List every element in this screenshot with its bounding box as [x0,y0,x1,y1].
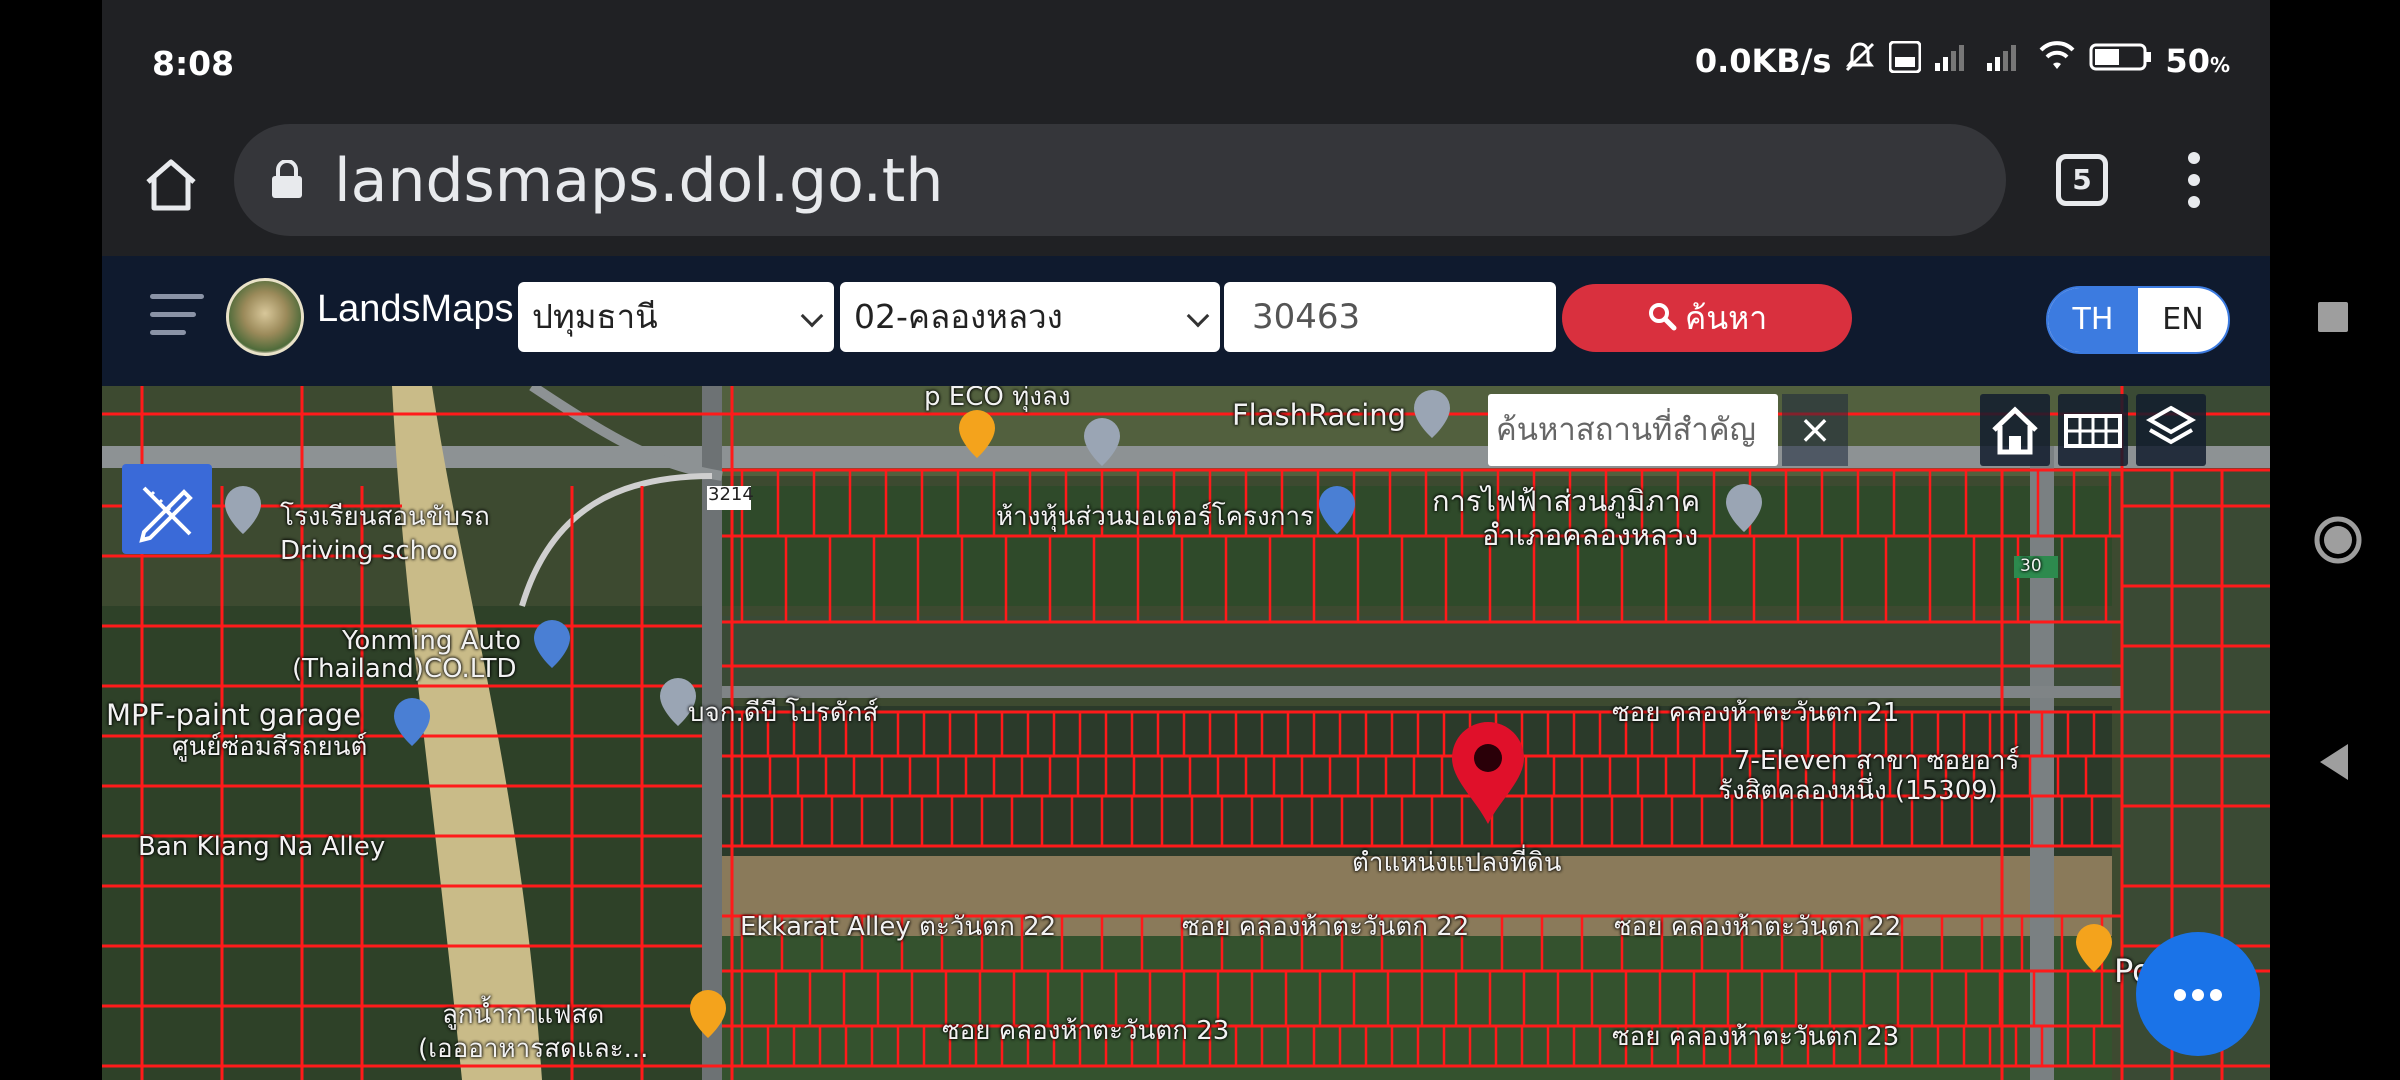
net-speed: 0.0KB/s [1694,42,1832,80]
browser-home-button[interactable] [138,152,204,218]
battery-icon [2089,41,2153,81]
more-options-fab[interactable] [2136,932,2260,1056]
mute-bell-icon [1843,40,1877,82]
status-bar: 8:08 0.0KB/s 50% [102,0,2270,124]
search-icon [1647,286,1677,354]
landmark-search-input[interactable]: ค้นหาสถานที่สำคัญ [1488,394,1778,466]
satellite-map[interactable]: p ECO ทุ่งลง FlashRacing 3214 ห้างหุ้นส่… [102,386,2270,1080]
square-icon [2318,302,2348,332]
signal-1-icon [1933,41,1973,81]
map-label: ห้างหุ้นส่วนมอเตอร์โครงการ [996,502,1315,532]
map-layers-button[interactable] [2136,394,2206,466]
map-label: ซอย คลองห้าตะวันตก 22 [1614,912,1902,942]
home-nav-button[interactable] [2312,514,2364,570]
home-icon [1992,406,2038,455]
map-label: p ECO ทุ่งลง [924,386,1071,412]
signal-2-icon [1985,41,2025,81]
browser-menu-button[interactable] [2182,150,2206,210]
chevron-down-icon [1186,304,1210,328]
map-label: รังสิตคลองหนึ่ง (15309) [1718,776,1998,806]
map-grid-button[interactable] [2058,394,2128,466]
map-label: ซอย คลองห้าตะวันตก 23 [1612,1022,1900,1052]
map-label: อำเภอคลองหลวง [1482,518,1699,552]
map-label: Yonming Auto [342,626,521,656]
map-home-button[interactable] [1980,394,2050,466]
province-select[interactable]: ปทุมธานี [518,282,834,352]
wifi-icon [2037,41,2077,81]
map-label: ซอย คลองห้าตะวันตก 23 [942,1016,1230,1046]
map-label: โรงเรียนสอนขับรถ [280,502,490,532]
district-select[interactable]: 02-คลองหลวง [840,282,1220,352]
map-label: ซอย คลองห้าตะวันตก 21 [1612,698,1900,728]
grid-icon [2064,414,2122,448]
brand-name: LandsMaps [317,288,514,330]
clear-search-button[interactable]: × [1782,394,1848,466]
battery-percent: 50% [2165,42,2230,80]
url-text: landsmaps.dol.go.th [334,146,944,216]
lang-en-button[interactable]: EN [2138,288,2228,352]
map-label: ซอย คลองห้าตะวันตก 22 [1182,912,1470,942]
back-triangle-icon [2320,744,2348,780]
dol-seal-logo [226,278,304,356]
android-nav-bar [2270,0,2400,1080]
map-label: Driving schoo [280,536,458,566]
lock-icon [270,159,304,200]
search-button[interactable]: ค้นหา [1562,284,1852,352]
back-nav-button[interactable] [2316,742,2352,786]
map-label: ศูนย์ซ่อมสีรถยนต์ [172,732,368,762]
chevron-down-icon [800,304,824,328]
browser-toolbar: landsmaps.dol.go.th 5 [102,124,2270,256]
parcel-position-label: ตำแหน่งแปลงที่ดิน [1352,848,1562,878]
road-number-label: 30 [2020,556,2042,576]
hamburger-menu-icon[interactable] [150,294,204,342]
ruler-pencil-icon [139,486,193,543]
map-label: Ban Klang Na Alley [138,832,386,862]
draw-measure-tool-button[interactable] [122,464,212,554]
volte-icon [1888,40,1922,81]
map-canvas [102,386,2270,1080]
lang-th-button[interactable]: TH [2048,288,2138,352]
map-label: Ekkarat Alley ตะวันตก 22 [740,912,1057,942]
map-label: (Thailand)CO.LTD [292,654,517,684]
url-bar[interactable]: landsmaps.dol.go.th [234,124,2006,236]
landsmaps-header: LandsMaps ปทุมธานี 02-คลองหลวง 30463 ค้น… [102,256,2270,386]
road-number-label: 3214 [708,484,754,505]
tab-switcher-button[interactable]: 5 [2056,154,2108,206]
map-label: FlashRacing [1232,398,1407,432]
layers-icon [2145,405,2197,445]
status-time: 8:08 [152,44,235,83]
circle-icon [2314,516,2362,564]
recent-apps-button[interactable] [2316,300,2350,338]
map-label: บจก.ดีบี โปรดักส์ [688,698,879,728]
language-toggle: TH EN [2046,286,2230,354]
phone-screen: 8:08 0.0KB/s 50% landsmaps.dol.go.th 5 L… [102,0,2270,1080]
map-label: (เอออาหารสดและ... [418,1034,649,1064]
parcel-location-pin-icon[interactable] [1446,720,1530,826]
status-icons: 0.0KB/s 50% [1695,40,2230,82]
parcel-number-input[interactable]: 30463 [1224,282,1556,352]
